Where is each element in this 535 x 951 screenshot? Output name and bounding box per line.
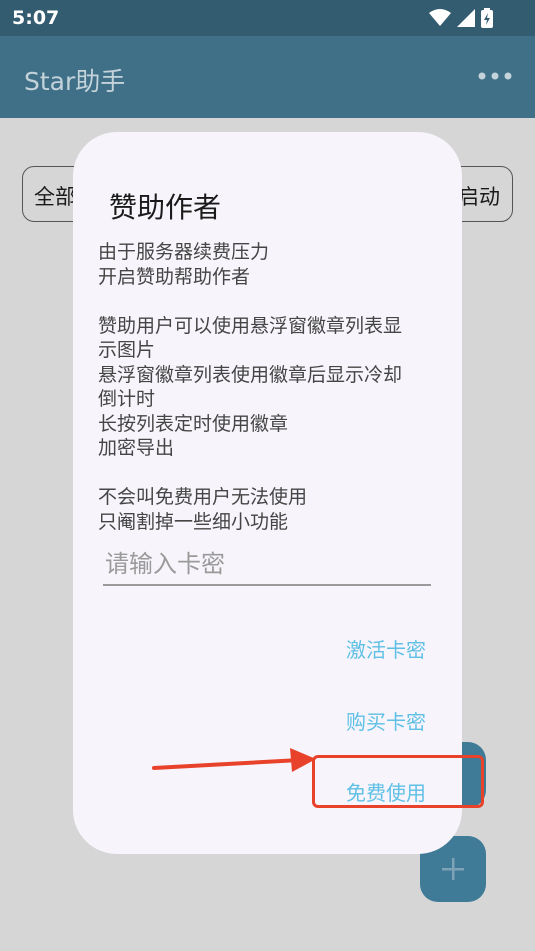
message-line: 加密导出: [98, 437, 175, 459]
message-line: 只阉割掉一些细小功能: [98, 510, 289, 533]
message-line: 赞助用户可以使用悬浮窗徽章列表显: [98, 314, 403, 337]
message-line: 不会叫免费用户无法使用: [98, 486, 308, 508]
annotation-highlight-box: [312, 755, 484, 808]
message-line: 悬浮窗徽章列表使用徽章后显示冷却: [98, 363, 403, 386]
message-line: 由于服务器续费压力: [98, 241, 270, 263]
message-line: 倒计时: [98, 388, 156, 410]
message-line: 示图片: [98, 339, 156, 361]
card-code-input[interactable]: [103, 544, 431, 586]
dialog-message: 由于服务器续费压力 开启赞助帮助作者 赞助用户可以使用悬浮窗徽章列表显 示图片 …: [98, 240, 443, 534]
message-line: 开启赞助帮助作者: [98, 265, 251, 288]
buy-code-button[interactable]: 购买卡密: [346, 706, 426, 735]
activate-code-button[interactable]: 激活卡密: [346, 634, 426, 663]
dialog-title: 赞助作者: [109, 191, 222, 224]
annotation-arrow-icon: [152, 748, 316, 772]
message-line: 长按列表定时使用徽章: [98, 412, 289, 435]
